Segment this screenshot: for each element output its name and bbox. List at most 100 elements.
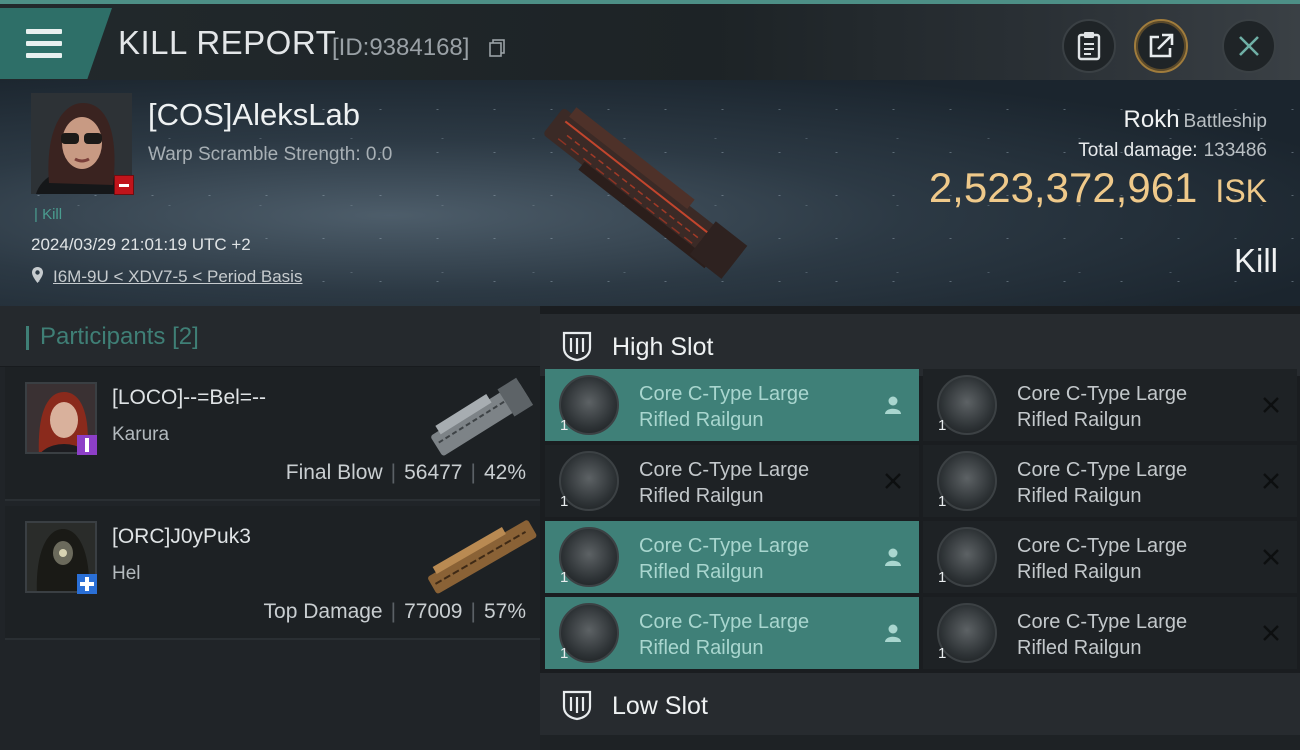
warp-scramble-strength: Warp Scramble Strength: 0.0 (148, 144, 393, 165)
module-name-line1: Core C-Type Large (1017, 611, 1188, 633)
result-label: Kill (1233, 242, 1278, 279)
high-slot-icon (562, 331, 592, 362)
participant-damage: 56477 (404, 461, 463, 484)
participant-damage: 77009 (404, 600, 463, 623)
destroyed-x-icon (1259, 469, 1283, 493)
ship-line: Rokh Battleship (929, 106, 1267, 134)
separator: | (390, 600, 397, 623)
separator: | (470, 461, 476, 484)
module-name-line2: Rifled Railgun (1017, 561, 1142, 583)
section-marker (26, 326, 29, 350)
dropped-person-icon (881, 393, 905, 417)
module-name-line1: Core C-Type Large (1017, 459, 1188, 481)
module-name-line2: Rifled Railgun (1017, 485, 1142, 507)
participants-panel: Participants [2] [LOCO]--=Bel=-- Karura (0, 306, 540, 750)
dropped-person-icon (881, 545, 905, 569)
separator: | (390, 461, 397, 484)
participant-ship-image (428, 520, 537, 594)
close-icon (1239, 36, 1259, 56)
high-slot-label: High Slot (612, 333, 714, 361)
module-name-line2: Rifled Railgun (1017, 637, 1142, 659)
menu-button[interactable] (0, 8, 112, 79)
total-damage: Total damage: 133486 (929, 140, 1267, 162)
participant-role: Top Damage (263, 600, 383, 623)
participants-label: Participants (40, 323, 166, 350)
module-item[interactable]: 1 Core C-Type Large Rifled Railgun (545, 521, 919, 593)
victim-name[interactable]: [COS]AleksLab (148, 97, 360, 133)
module-name: Core C-Type Large Rifled Railgun (639, 381, 809, 433)
isk-value: 2,523,372,961 ISK (929, 164, 1267, 212)
clipboard-icon (1077, 32, 1101, 61)
participants-header: Participants [2] (0, 306, 540, 367)
participant-row[interactable]: [ORC]J0yPuk3 Hel Top Damage | 77009 | 57% (5, 506, 540, 640)
participant-row[interactable]: [LOCO]--=Bel=-- Karura Final Blow | 56477 |… (5, 367, 540, 501)
participants-count: [2] (172, 323, 199, 350)
participant-stats: Top Damage | 77009 | 57% (264, 600, 526, 624)
victim-ship-image[interactable] (520, 95, 770, 285)
module-name-line1: Core C-Type Large (639, 611, 810, 633)
module-name: Core C-Type Large Rifled Railgun (639, 533, 809, 585)
clipboard-button[interactable] (1062, 19, 1116, 73)
hamburger-menu-icon (26, 29, 62, 59)
close-button[interactable] (1222, 19, 1276, 73)
fitting-slots-panel: High Slot 1 Core C-Type Large Rifled Railg… (540, 306, 1300, 750)
module-quantity: 1 (938, 645, 947, 662)
module-quantity: 1 (560, 569, 569, 586)
top-bar: KILL REPORT [ID:9384168] (0, 0, 1300, 80)
module-name: Core C-Type Large Rifled Railgun (1017, 609, 1187, 661)
participant-role: Final Blow (285, 461, 383, 484)
corp-badge-icon (77, 574, 97, 594)
destroyed-x-icon (1259, 393, 1283, 417)
low-slot-icon (562, 690, 592, 721)
participant-percent: 57% (483, 600, 526, 623)
ship-info: Rokh Battleship Total damage: 133486 2,523… (929, 106, 1267, 212)
total-damage-value: 133486 (1203, 140, 1267, 161)
low-slot-label: Low Slot (612, 692, 708, 720)
module-name-line1: Core C-Type Large (639, 535, 810, 557)
participants-title: Participants [2] (40, 323, 199, 351)
destroyed-x-icon (1259, 621, 1283, 645)
share-button[interactable] (1134, 19, 1188, 73)
module-item[interactable]: 1 Core C-Type Large Rifled Railgun (923, 597, 1297, 669)
participant-ship: Hel (112, 563, 141, 584)
corp-badge-icon (77, 435, 97, 455)
participant-percent: 42% (483, 461, 526, 484)
location-pin-icon (32, 267, 43, 283)
ship-name[interactable]: Rokh (1124, 106, 1180, 133)
module-name: Core C-Type Large Rifled Railgun (1017, 381, 1187, 433)
module-item[interactable]: 1 Core C-Type Large Rifled Railgun (545, 445, 919, 517)
page-title: KILL REPORT (118, 24, 337, 61)
module-quantity: 1 (938, 569, 947, 586)
hostile-badge-icon (114, 175, 134, 195)
destroyed-x-icon (1259, 545, 1283, 569)
participant-stats: Final Blow | 56477 | 42% (286, 461, 526, 485)
module-item[interactable]: 1 Core C-Type Large Rifled Railgun (545, 369, 919, 441)
kill-datetime: 2024/03/29 21:01:19 UTC +2 (31, 235, 251, 254)
module-name-line2: Rifled Railgun (639, 409, 764, 431)
module-name: Core C-Type Large Rifled Railgun (1017, 457, 1187, 509)
total-damage-label: Total damage: (1078, 140, 1198, 161)
module-name-line2: Rifled Railgun (1017, 409, 1142, 431)
share-icon (1149, 33, 1174, 58)
module-name-line1: Core C-Type Large (639, 383, 810, 405)
high-slot-header: High Slot (540, 314, 1300, 376)
module-item[interactable]: 1 Core C-Type Large Rifled Railgun (545, 597, 919, 669)
copy-icon[interactable] (489, 39, 506, 57)
module-quantity: 1 (560, 417, 569, 434)
isk-unit: ISK (1215, 173, 1267, 209)
ship-class: Battleship (1183, 111, 1267, 132)
module-item[interactable]: 1 Core C-Type Large Rifled Railgun (923, 445, 1297, 517)
low-slot-header: Low Slot (540, 673, 1300, 735)
separator: | (470, 600, 476, 623)
module-name: Core C-Type Large Rifled Railgun (639, 457, 809, 509)
module-name-line1: Core C-Type Large (1017, 383, 1188, 405)
isk-amount: 2,523,372,961 (928, 164, 1198, 211)
kill-location-link[interactable]: I6M-9U < XDV7-5 < Period Basis (53, 267, 302, 287)
module-item[interactable]: 1 Core C-Type Large Rifled Railgun (923, 521, 1297, 593)
participant-name[interactable]: [ORC]J0yPuk3 (112, 525, 251, 549)
module-quantity: 1 (560, 493, 569, 510)
module-item[interactable]: 1 Core C-Type Large Rifled Railgun (923, 369, 1297, 441)
participant-name[interactable]: [LOCO]--=Bel=-- (112, 386, 266, 410)
dropped-person-icon (881, 621, 905, 645)
report-id: [ID:9384168] (332, 34, 470, 61)
